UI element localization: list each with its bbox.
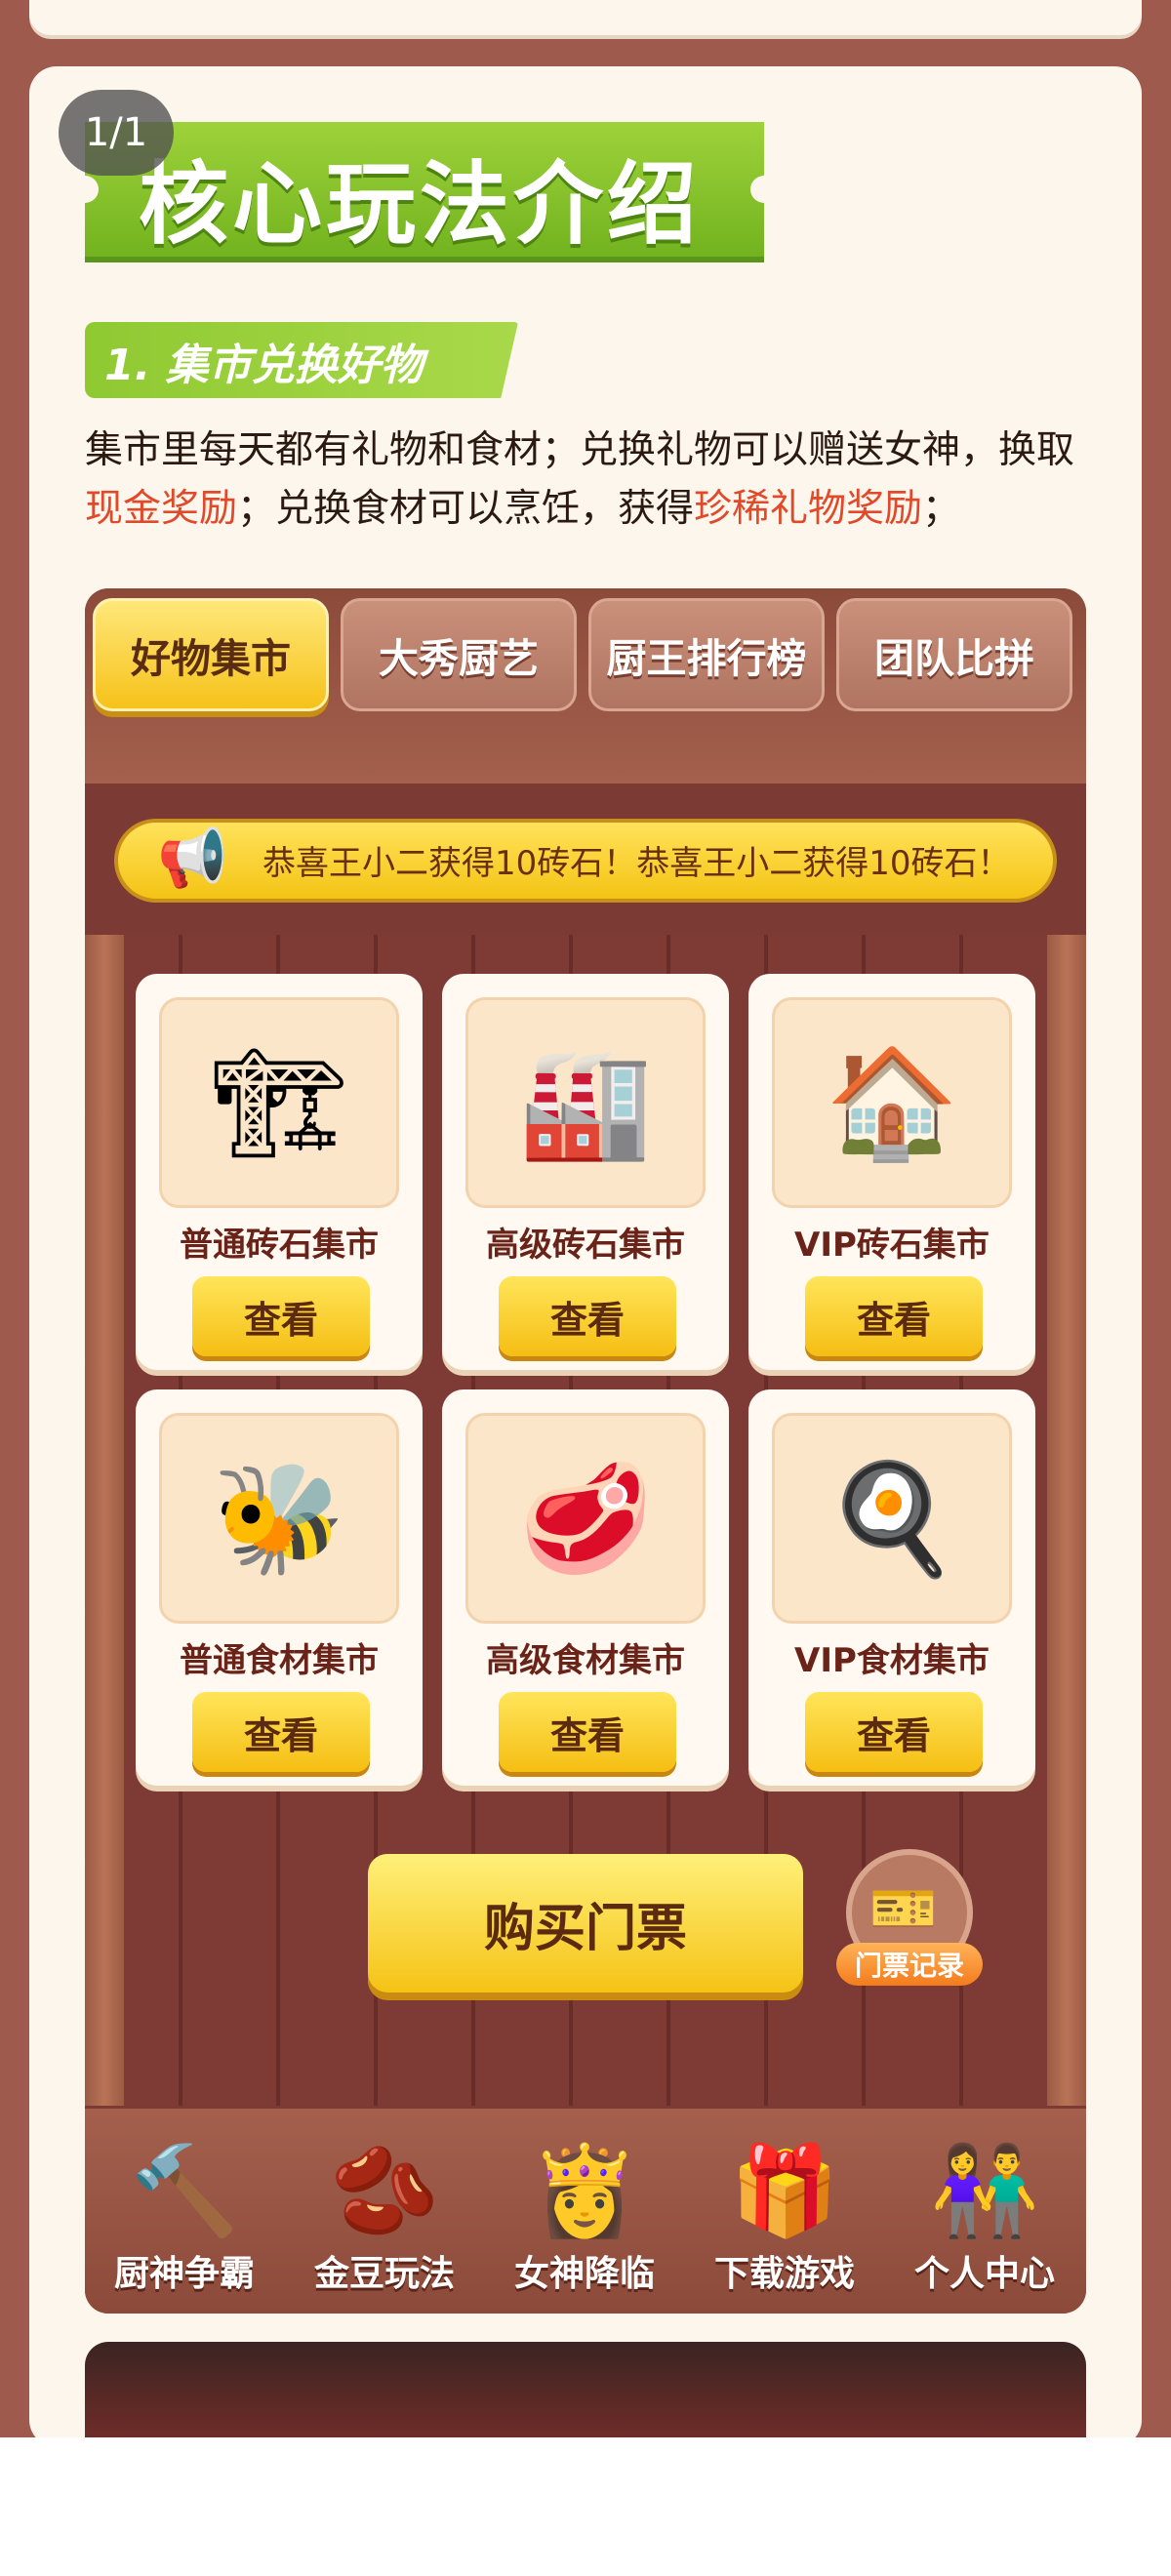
nav-chef-battle[interactable]: 🔨 厨神争霸 (85, 2138, 284, 2296)
nav-label: 下载游戏 (713, 2254, 855, 2294)
shop-card-advanced-food[interactable]: 🥩 高级食材集市 查看 (442, 1389, 729, 1786)
shop-card-vip-food[interactable]: 🍳 VIP食材集市 查看 (748, 1389, 1035, 1786)
ticket-icon: 🎫 (869, 1877, 938, 1941)
shop-name: 高级食材集市 (486, 1641, 685, 1680)
tab-chef-ranking[interactable]: 厨王排行榜 (588, 598, 825, 711)
tab-cooking-show[interactable]: 大秀厨艺 (341, 598, 577, 711)
tab-good-market[interactable]: 好物集市 (93, 598, 329, 711)
shop-name: VIP砖石集市 (794, 1226, 989, 1265)
page-background: 1/1 核心玩法介绍 1. 集市兑换好物 集市里每天都有礼物和食材；兑换礼物可以… (0, 0, 1171, 2437)
desc-text-1: 集市里每天都有礼物和食材；兑换礼物可以赠送女神，换取 (85, 428, 1075, 472)
gift-icon: 🎁 (729, 2140, 840, 2242)
megaphone-icon: 📢 (157, 825, 228, 891)
shop-name: 普通食材集市 (180, 1641, 379, 1680)
shop-card-advanced-stone[interactable]: 🏭 高级砖石集市 查看 (442, 974, 729, 1370)
desc-highlight-cash: 现金奖励 (85, 487, 238, 531)
profile-icon: 👫 (929, 2140, 1040, 2242)
board-right-edge (1047, 935, 1086, 2106)
hammer-icon: 🔨 (129, 2140, 240, 2242)
view-button[interactable]: 查看 (805, 1276, 983, 1356)
section-subtitle: 1. 集市兑换好物 (85, 322, 518, 398)
view-button[interactable]: 查看 (192, 1276, 370, 1356)
section-description: 集市里每天都有礼物和食材；兑换礼物可以赠送女神，换取现金奖励；兑换食材可以烹饪，… (85, 422, 1100, 539)
shop-name: 普通砖石集市 (180, 1226, 379, 1265)
ticker-text: 恭喜王小二获得10砖石！恭喜王小二获得10砖石！ (262, 844, 1011, 883)
shop-name: 高级砖石集市 (486, 1226, 685, 1265)
view-button[interactable]: 查看 (192, 1692, 370, 1772)
announcement-ticker: 📢 恭喜王小二获得10砖石！恭喜王小二获得10砖石！ (114, 819, 1057, 903)
game-preview-panel: 好物集市 大秀厨艺 厨王排行榜 团队比拼 📢 恭喜王小二获得10砖石！恭喜王小二… (85, 588, 1086, 2314)
shop-card-normal-stone[interactable]: 🏗 普通砖石集市 查看 (136, 974, 423, 1370)
nav-label: 厨神争霸 (113, 2254, 255, 2294)
view-button[interactable]: 查看 (499, 1692, 676, 1772)
view-button[interactable]: 查看 (805, 1692, 983, 1772)
shop-name: VIP食材集市 (794, 1641, 989, 1680)
next-section-preview (85, 2342, 1086, 2437)
board-left-edge (85, 935, 124, 2106)
title-banner: 核心玩法介绍 (71, 122, 778, 262)
buy-ticket-button[interactable]: 购买门票 (368, 1854, 803, 1992)
nav-label: 女神降临 (513, 2254, 655, 2294)
page-indicator: 1/1 (59, 90, 174, 176)
tab-team-battle[interactable]: 团队比拼 (836, 598, 1072, 711)
page-title: 核心玩法介绍 (139, 152, 702, 257)
ticket-record-label[interactable]: 门票记录 (836, 1943, 983, 1986)
stone-workshop-icon: 🏗 (159, 997, 399, 1208)
shop-card-normal-food[interactable]: 🐝 普通食材集市 查看 (136, 1389, 423, 1786)
desc-text-3: ； (922, 487, 961, 531)
crane-workshop-icon: 🏭 (465, 997, 706, 1208)
section-subtitle-text: 1. 集市兑换好物 (104, 341, 424, 390)
nav-profile[interactable]: 👫 个人中心 (885, 2138, 1084, 2296)
previous-card (29, 0, 1142, 35)
desc-highlight-gift: 珍稀礼物奖励 (694, 487, 923, 531)
market-stall-icon: 🥩 (465, 1413, 706, 1624)
bottom-navigation: 🔨 厨神争霸 🫘 金豆玩法 👸 女神降临 🎁 下载游戏 👫 个人中心 (85, 2109, 1086, 2314)
nav-gold-bean[interactable]: 🫘 金豆玩法 (285, 2138, 484, 2296)
shop-card-vip-stone[interactable]: 🏠 VIP砖石集市 查看 (748, 974, 1035, 1370)
nav-label: 个人中心 (913, 2254, 1055, 2294)
stove-icon: 🍳 (772, 1413, 1012, 1624)
blue-house-icon: 🏠 (772, 997, 1012, 1208)
nav-label: 金豆玩法 (313, 2254, 455, 2294)
nav-download-game[interactable]: 🎁 下载游戏 (685, 2138, 884, 2296)
desc-text-2: ；兑换食材可以烹饪，获得 (237, 487, 695, 531)
tab-bar: 好物集市 大秀厨艺 厨王排行榜 团队比拼 (85, 588, 1086, 784)
nav-goddess[interactable]: 👸 女神降临 (485, 2138, 684, 2296)
view-button[interactable]: 查看 (499, 1276, 676, 1356)
goddess-icon: 👸 (529, 2140, 640, 2242)
beehive-icon: 🐝 (159, 1413, 399, 1624)
gold-bean-icon: 🫘 (329, 2140, 440, 2242)
